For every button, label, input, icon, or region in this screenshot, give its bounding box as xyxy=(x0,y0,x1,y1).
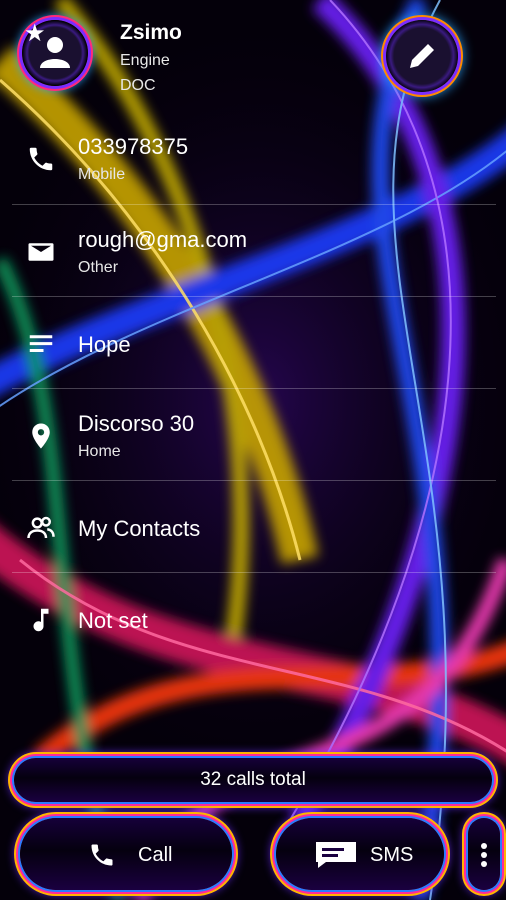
phone-number: 033978375 xyxy=(78,134,189,159)
call-button[interactable]: Call xyxy=(20,818,232,890)
note-text: Hope xyxy=(78,332,131,357)
phone-icon xyxy=(29,147,53,171)
edit-contact-button[interactable] xyxy=(386,20,458,92)
address-type-label: Home xyxy=(78,443,121,460)
contact-name: Zsimo xyxy=(120,21,182,44)
sms-button-label: SMS xyxy=(370,844,414,866)
pencil-icon xyxy=(410,44,434,68)
contact-company: Engine xyxy=(120,52,170,69)
more-options-button[interactable] xyxy=(468,818,500,890)
favorite-star-icon[interactable]: ★ xyxy=(24,22,46,46)
email-address: rough@gma.com xyxy=(78,227,248,252)
message-icon xyxy=(316,842,356,868)
group-name: My Contacts xyxy=(78,516,201,541)
ringtone-value: Not set xyxy=(78,608,148,633)
notes-row[interactable]: Hope xyxy=(0,297,506,389)
email-icon xyxy=(28,243,54,261)
call-log-button[interactable]: 32 calls total xyxy=(14,758,492,802)
email-type-label: Other xyxy=(78,259,119,276)
notes-icon xyxy=(29,335,53,352)
calls-total-text: 32 calls total xyxy=(200,769,306,790)
location-icon xyxy=(32,423,50,449)
address-text: Discorso 30 xyxy=(78,411,195,436)
music-note-icon xyxy=(33,608,49,632)
phone-row[interactable]: 033978375 Mobile xyxy=(0,112,506,204)
contact-title: DOC xyxy=(120,77,156,94)
group-icon xyxy=(27,516,55,539)
email-row[interactable]: rough@gma.com Other xyxy=(0,205,506,297)
ringtone-row[interactable]: Not set xyxy=(0,573,506,665)
call-button-label: Call xyxy=(138,844,173,866)
more-vert-icon xyxy=(481,843,487,867)
address-row[interactable]: Discorso 30 Home xyxy=(0,389,506,481)
sms-button[interactable]: SMS xyxy=(276,818,444,890)
phone-type-label: Mobile xyxy=(78,166,126,183)
phone-icon xyxy=(91,844,113,866)
groups-row[interactable]: My Contacts xyxy=(0,481,506,573)
contact-header: ★ Zsimo Engine DOC xyxy=(0,0,506,112)
